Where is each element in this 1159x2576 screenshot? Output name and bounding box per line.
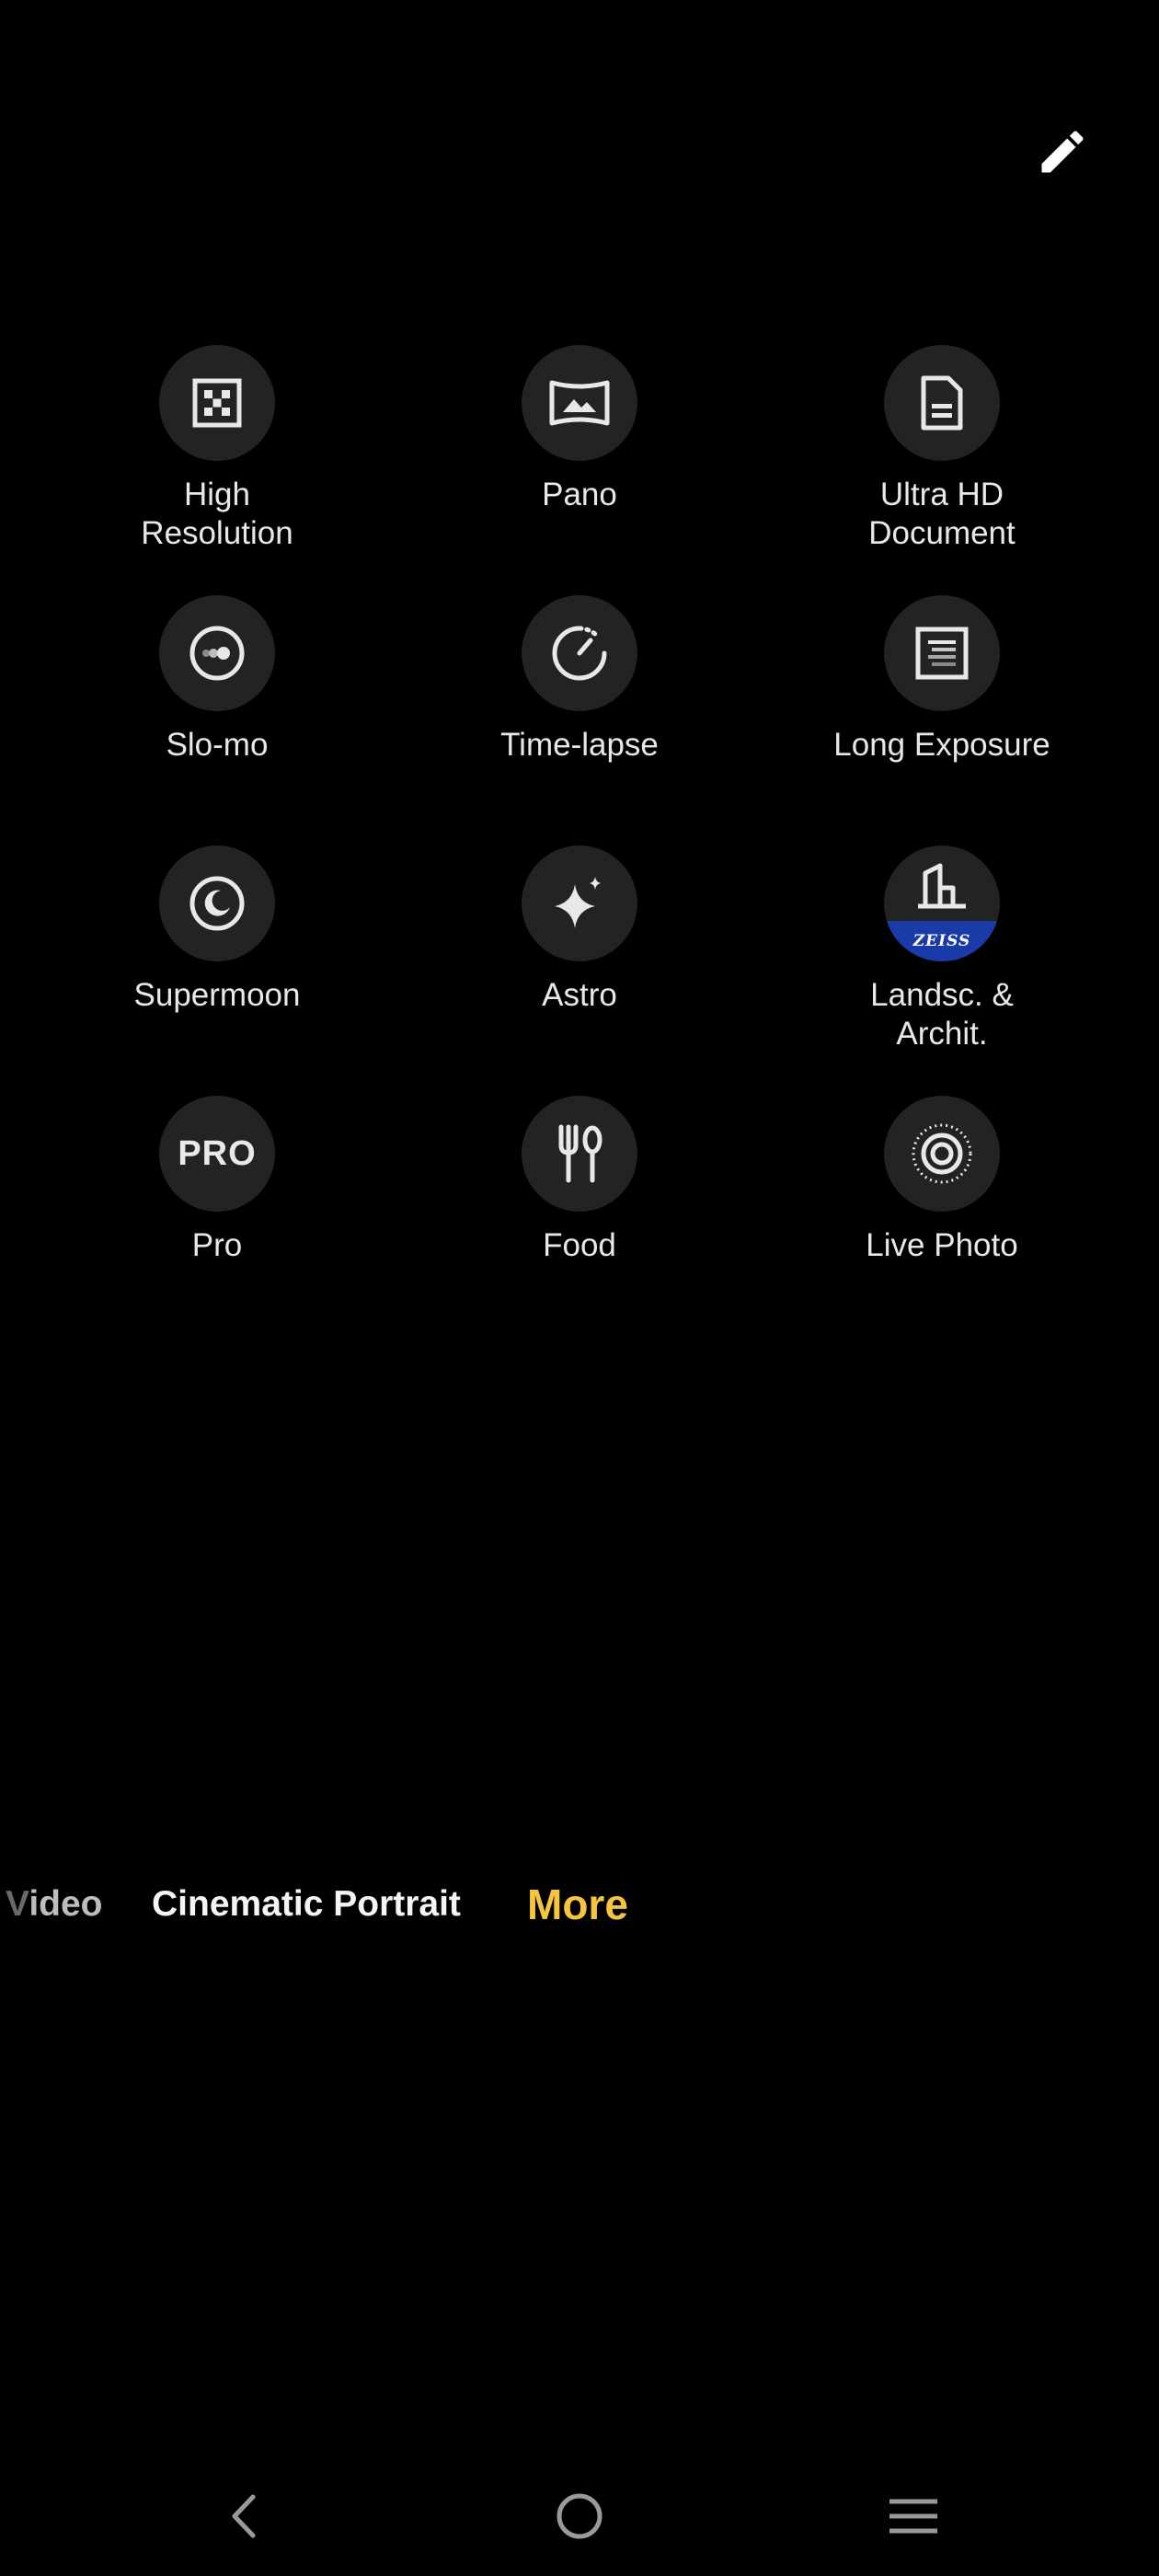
- mode-astro[interactable]: Astro: [398, 845, 761, 1015]
- mode-label: Slo-mo: [166, 727, 269, 763]
- mode-icon-bg: [159, 845, 275, 961]
- pano-icon: [549, 380, 610, 426]
- mode-label: Pro: [191, 1227, 243, 1263]
- mode-label: Landsc. & Archit.: [870, 977, 1014, 1052]
- mode-icon-bg: [884, 595, 1000, 711]
- mode-high-resolution[interactable]: High Resolution: [36, 345, 398, 553]
- moon-icon: [189, 876, 245, 931]
- home-circle-icon: [557, 2493, 602, 2539]
- nav-menu-button[interactable]: [872, 2475, 955, 2558]
- mode-icon-bg: [522, 595, 637, 711]
- back-chevron-icon: [232, 2494, 256, 2538]
- mode-pano[interactable]: Pano: [398, 345, 761, 514]
- mode-label: Long Exposure: [833, 727, 1050, 763]
- live-photo-icon: [912, 1123, 972, 1184]
- mode-food[interactable]: Food: [398, 1096, 761, 1265]
- mode-icon-bg: PRO: [159, 1096, 275, 1212]
- mode-label: Food: [543, 1227, 616, 1263]
- mode-label: Time-lapse: [500, 727, 659, 763]
- mode-label: Live Photo: [866, 1227, 1018, 1263]
- high-resolution-icon: [192, 378, 242, 428]
- mode-icon-bg: [884, 345, 1000, 461]
- menu-lines-icon: [889, 2499, 937, 2534]
- system-nav-bar: [0, 2475, 1159, 2558]
- mode-label: Ultra HD Document: [868, 477, 1016, 551]
- camera-mode-bar: Video Cinematic Portrait More: [0, 1877, 1159, 1932]
- mode-ultra-hd-document[interactable]: Ultra HD Document: [761, 345, 1123, 553]
- mode-label: Astro: [542, 977, 617, 1013]
- mode-icon-bg: ZEISS: [884, 845, 1000, 961]
- mode-landscape-architecture[interactable]: ZEISS Landsc. & Archit.: [761, 845, 1123, 1053]
- time-lapse-icon: [552, 626, 607, 681]
- nav-back-button[interactable]: [202, 2475, 285, 2558]
- mode-label: Supermoon: [133, 977, 301, 1013]
- fork-spoon-icon: [558, 1124, 602, 1183]
- tab-cinematic-portrait[interactable]: Cinematic Portrait: [152, 1877, 461, 1932]
- tab-video-prefix: V: [6, 1884, 29, 1924]
- edit-button[interactable]: [1021, 110, 1104, 193]
- mode-icon-bg: [159, 595, 275, 711]
- mode-icon-bg: [884, 1096, 1000, 1212]
- document-icon: [921, 375, 963, 431]
- mode-long-exposure[interactable]: Long Exposure: [761, 595, 1123, 765]
- slo-mo-icon: [189, 626, 245, 681]
- mode-label: Pano: [542, 477, 617, 512]
- mode-pro[interactable]: PRO Pro: [36, 1096, 398, 1265]
- mode-slo-mo[interactable]: Slo-mo: [36, 595, 398, 765]
- sparkle-icon: [555, 877, 601, 928]
- mode-live-photo[interactable]: Live Photo: [761, 1096, 1123, 1265]
- mode-icon-bg: [522, 1096, 637, 1212]
- tab-video-label: ideo: [29, 1884, 103, 1924]
- mode-icon-bg: [522, 345, 637, 461]
- pencil-icon: [1041, 131, 1084, 173]
- long-exposure-icon: [915, 627, 969, 680]
- mode-icon-bg: [159, 345, 275, 461]
- mode-supermoon[interactable]: Supermoon: [36, 845, 398, 1015]
- tab-video[interactable]: Video: [6, 1877, 102, 1932]
- mode-time-lapse[interactable]: Time-lapse: [398, 595, 761, 765]
- tab-more[interactable]: More: [527, 1877, 628, 1932]
- mode-icon-bg: [522, 845, 637, 961]
- zeiss-badge: ZEISS: [884, 921, 1000, 961]
- nav-home-button[interactable]: [538, 2475, 621, 2558]
- building-icon: [918, 863, 966, 909]
- mode-label: High Resolution: [141, 477, 293, 551]
- pro-icon: PRO: [178, 1133, 257, 1173]
